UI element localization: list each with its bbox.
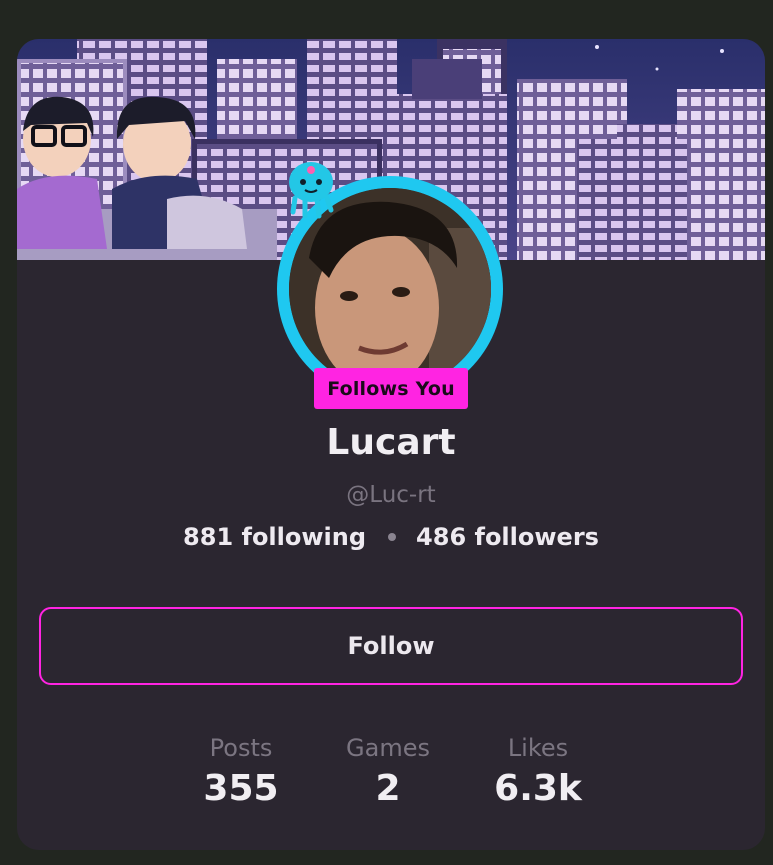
stat-posts[interactable]: Posts 355 [166, 734, 316, 809]
stat-label: Posts [209, 734, 273, 762]
following-count-link[interactable]: 881 following [183, 523, 366, 551]
username-handle: @Luc-rt [346, 482, 436, 508]
display-name: Lucart [326, 422, 456, 463]
stat-value: 2 [375, 768, 401, 809]
stat-value: 6.3k [494, 768, 582, 809]
stat-value: 355 [203, 768, 279, 809]
mascot-icon [289, 162, 334, 219]
stat-likes[interactable]: Likes 6.3k [463, 734, 613, 809]
profile-card: Follows You Lucart @Luc-rt 881 following… [17, 39, 765, 850]
follows-you-badge: Follows You [314, 368, 468, 409]
separator-dot [388, 533, 397, 541]
profile-stats: Posts 355 Games 2 Likes 6.3k [17, 734, 765, 824]
stat-label: Likes [507, 734, 569, 762]
stat-label: Games [346, 734, 430, 762]
stat-games[interactable]: Games 2 [313, 734, 463, 809]
follow-button[interactable]: Follow [39, 607, 743, 685]
followers-count-link[interactable]: 486 followers [416, 523, 599, 551]
follow-counts: 881 following 486 followers [17, 523, 765, 551]
